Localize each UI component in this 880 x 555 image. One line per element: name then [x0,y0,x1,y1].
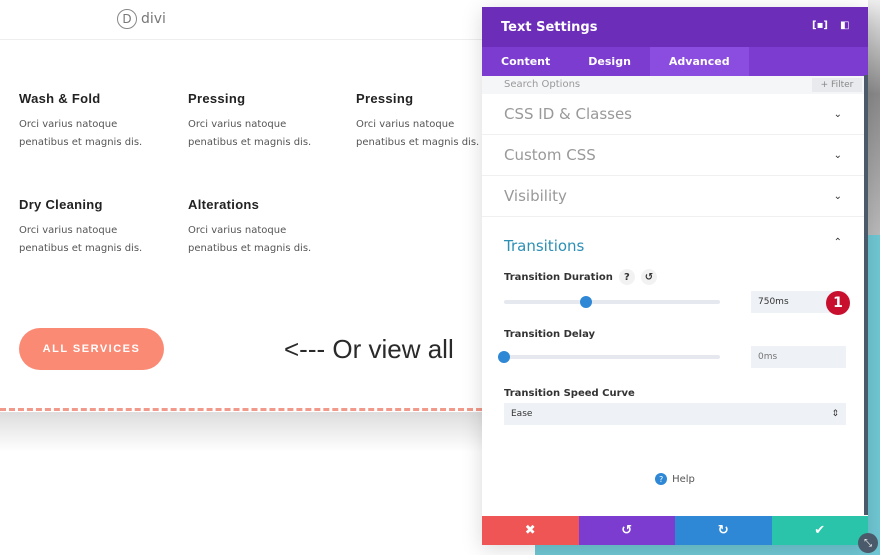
chevron-down-icon: ⌄ [833,108,842,120]
section-css-id-classes[interactable]: CSS ID & Classes ⌄ [482,94,868,135]
delay-slider[interactable] [498,351,720,363]
help-icon[interactable]: ? [618,269,635,285]
undo-button[interactable]: ↺ [578,516,675,545]
help-link[interactable]: ? Help [482,473,868,485]
service-text: Orci varius natoque penatibus et magnis … [188,225,312,254]
select-arrows-icon: ⇕ [831,409,839,419]
divi-logo[interactable]: Ddivi [117,9,166,29]
tab-design[interactable]: Design [569,47,650,76]
search-placeholder: Search Options [504,79,581,90]
close-icon: ✖ [524,523,536,538]
slider-handle[interactable] [498,351,510,363]
panel-title: Text Settings [501,19,598,35]
slider-handle[interactable] [580,296,593,308]
panel-scrollbar[interactable] [864,75,868,515]
dashed-divider [0,408,482,411]
service-text: Orci varius natoque penatibus et magnis … [188,119,312,148]
redo-icon: ↻ [717,523,729,538]
check-icon: ✔ [814,523,826,538]
section-transitions[interactable]: Transitions ⌃ [504,237,846,255]
service-item: Alterations Orci varius natoque penatibus… [188,197,338,258]
panel-header[interactable]: Text Settings [▪] ◧ [482,7,868,47]
tab-content[interactable]: Content [482,47,569,76]
transitions-section: Transitions⌃ Transition Duration?↺ Trans… [482,237,868,425]
save-button[interactable]: ✔ [771,516,868,545]
section-visibility[interactable]: Visibility ⌄ [482,176,868,217]
undo-icon: ↺ [621,523,633,538]
text-settings-panel: Text Settings [▪] ◧ Content Design Advan… [482,7,868,545]
duration-label: Transition Duration? ↺ [504,269,846,285]
background-image [868,0,880,235]
panel-tabs: Content Design Advanced [482,47,868,76]
service-text: Orci varius natoque penatibus et magnis … [19,119,143,148]
split-view-icon[interactable]: ◧ [840,20,852,32]
filter-button[interactable]: + Filter [812,78,862,92]
cancel-button[interactable]: ✖ [482,516,579,545]
section-custom-css[interactable]: Custom CSS ⌄ [482,135,868,176]
reset-icon[interactable]: ↺ [640,269,657,285]
step-badge: 1 [826,291,850,315]
chevron-down-icon: ⌄ [833,190,842,202]
chevron-down-icon: ⌄ [833,149,842,161]
section-shadow [0,412,482,452]
panel-actions: ✖ ↺ ↻ ✔ [482,516,868,545]
service-title: Pressing [188,91,246,106]
chevron-up-icon: ⌃ [833,237,842,248]
delay-label: Transition Delay [504,329,596,340]
service-item: Pressing Orci varius natoque penatibus et… [188,91,338,152]
fullscreen-icon[interactable]: [▪] [812,20,828,32]
speed-curve-select[interactable]: Ease ⇕ [504,403,846,425]
service-title: Dry Cleaning [19,197,103,212]
all-services-button[interactable]: ALL SERVICES [19,328,164,370]
speed-curve-label: Transition Speed Curve [504,388,635,399]
redo-button[interactable]: ↻ [675,516,772,545]
teal-background [868,235,880,555]
view-all-text: <--- Or view all [284,334,454,364]
resize-handle-icon[interactable]: ⤡ [858,533,878,553]
service-text: Orci varius natoque penatibus et magnis … [19,225,143,254]
tab-advanced[interactable]: Advanced [649,47,749,76]
service-item: Wash & Fold Orci varius natoque penatibus… [19,91,169,152]
duration-slider[interactable] [504,296,720,308]
delay-input[interactable] [751,346,846,368]
service-item: Dry Cleaning Orci varius natoque penatibu… [19,197,169,258]
help-icon: ? [655,473,668,485]
search-options-input[interactable]: Search Options + Filter [482,76,868,94]
service-title: Alterations [188,197,260,212]
service-title: Wash & Fold [19,91,101,106]
